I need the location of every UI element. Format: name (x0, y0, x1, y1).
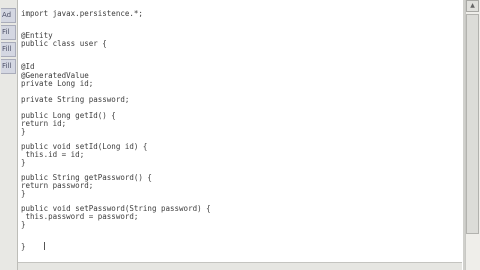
code-line: return id; (21, 119, 67, 128)
scrollbar-thumb[interactable] (466, 14, 479, 234)
left-panel: Ad Fil Fill Fill (0, 0, 18, 270)
code-line: } (21, 242, 26, 251)
code-line: } (21, 127, 26, 136)
side-tab[interactable]: Fill (1, 42, 16, 57)
code-line: this.id = id; (21, 150, 85, 159)
code-line: private String password; (21, 95, 130, 104)
code-line: } (21, 189, 26, 198)
code-line: @Id (21, 62, 35, 71)
code-line: public class user { (21, 39, 107, 48)
triangle-up-icon[interactable]: ▲ (466, 0, 479, 12)
side-tab[interactable]: Ad (1, 8, 16, 23)
code-editor[interactable]: import javax.persistence.*; @Entity publ… (18, 0, 463, 270)
text-cursor (44, 242, 45, 250)
code-line: this.password = password; (21, 212, 139, 221)
screen: Ad Fil Fill Fill import javax.persistenc… (0, 0, 480, 270)
bottom-edge (18, 262, 463, 270)
side-tab[interactable]: Fill (1, 59, 16, 74)
side-tab[interactable]: Fil (1, 25, 16, 40)
code-line: import javax.persistence.*; (21, 9, 143, 18)
code-line: } (21, 158, 26, 167)
code-line: } (21, 220, 26, 229)
code-line: private Long id; (21, 79, 94, 88)
code-line: return password; (21, 181, 94, 190)
